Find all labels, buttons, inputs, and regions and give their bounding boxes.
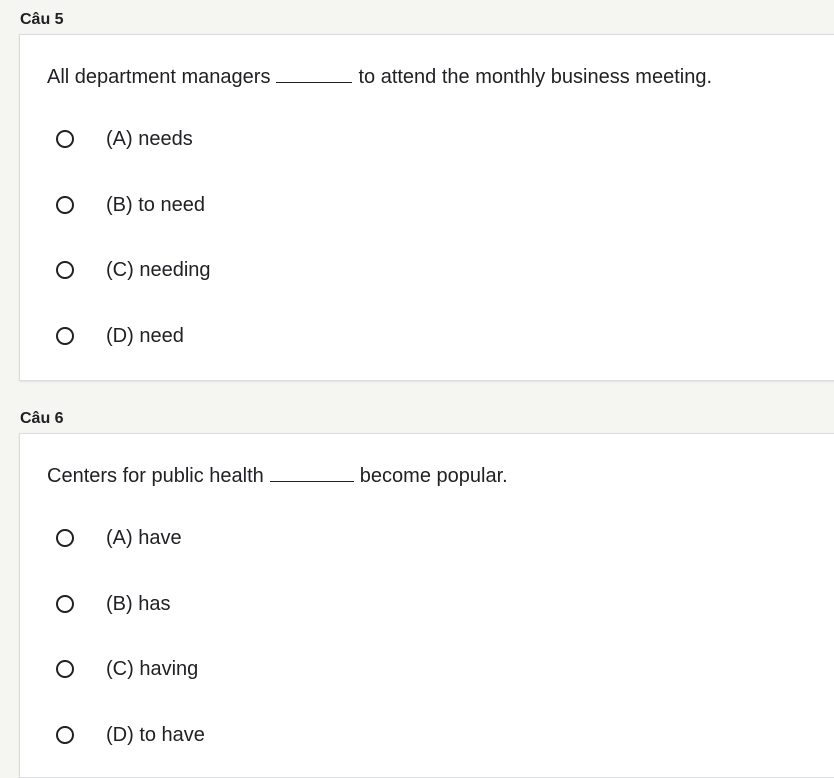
question-text-before: Centers for public health: [47, 465, 264, 487]
option-label: (D) need: [106, 324, 184, 347]
option-b[interactable]: (B) to need: [56, 185, 205, 225]
question-card: All department managers to attend the mon…: [19, 34, 834, 381]
option-b[interactable]: (B) has: [56, 584, 170, 624]
option-label: (D) to have: [106, 723, 205, 746]
answer-blank: [276, 68, 353, 83]
question-text: Centers for public health become popular.: [47, 465, 508, 488]
question-number: Câu 6: [20, 410, 64, 427]
option-label: (B) has: [106, 592, 171, 615]
option-label: (A) have: [106, 526, 182, 549]
question-text: All department managers to attend the mon…: [47, 66, 712, 89]
question-card: Centers for public health become popular.…: [19, 433, 834, 778]
radio-button[interactable]: [56, 130, 74, 148]
radio-button[interactable]: [56, 261, 74, 279]
option-label: (B) to need: [106, 193, 205, 216]
question-text-before: All department managers: [47, 66, 271, 88]
radio-button[interactable]: [56, 726, 74, 744]
radio-button[interactable]: [56, 595, 74, 613]
radio-button[interactable]: [56, 196, 74, 214]
option-c[interactable]: (C) needing: [56, 250, 211, 290]
option-d[interactable]: (D) to have: [56, 715, 205, 755]
radio-button[interactable]: [56, 327, 74, 345]
answer-blank: [269, 467, 354, 482]
question-text-after: become popular.: [359, 465, 508, 487]
radio-button[interactable]: [56, 529, 74, 547]
option-label: (C) needing: [106, 258, 211, 281]
option-label: (A) needs: [106, 127, 193, 150]
option-d[interactable]: (D) need: [56, 316, 184, 356]
radio-button[interactable]: [56, 660, 74, 678]
question-number: Câu 5: [20, 11, 64, 28]
option-c[interactable]: (C) having: [56, 649, 198, 689]
question-text-after: to attend the monthly business meeting.: [358, 66, 712, 88]
option-label: (C) having: [106, 657, 199, 680]
option-a[interactable]: (A) needs: [56, 119, 193, 159]
option-a[interactable]: (A) have: [56, 518, 182, 558]
